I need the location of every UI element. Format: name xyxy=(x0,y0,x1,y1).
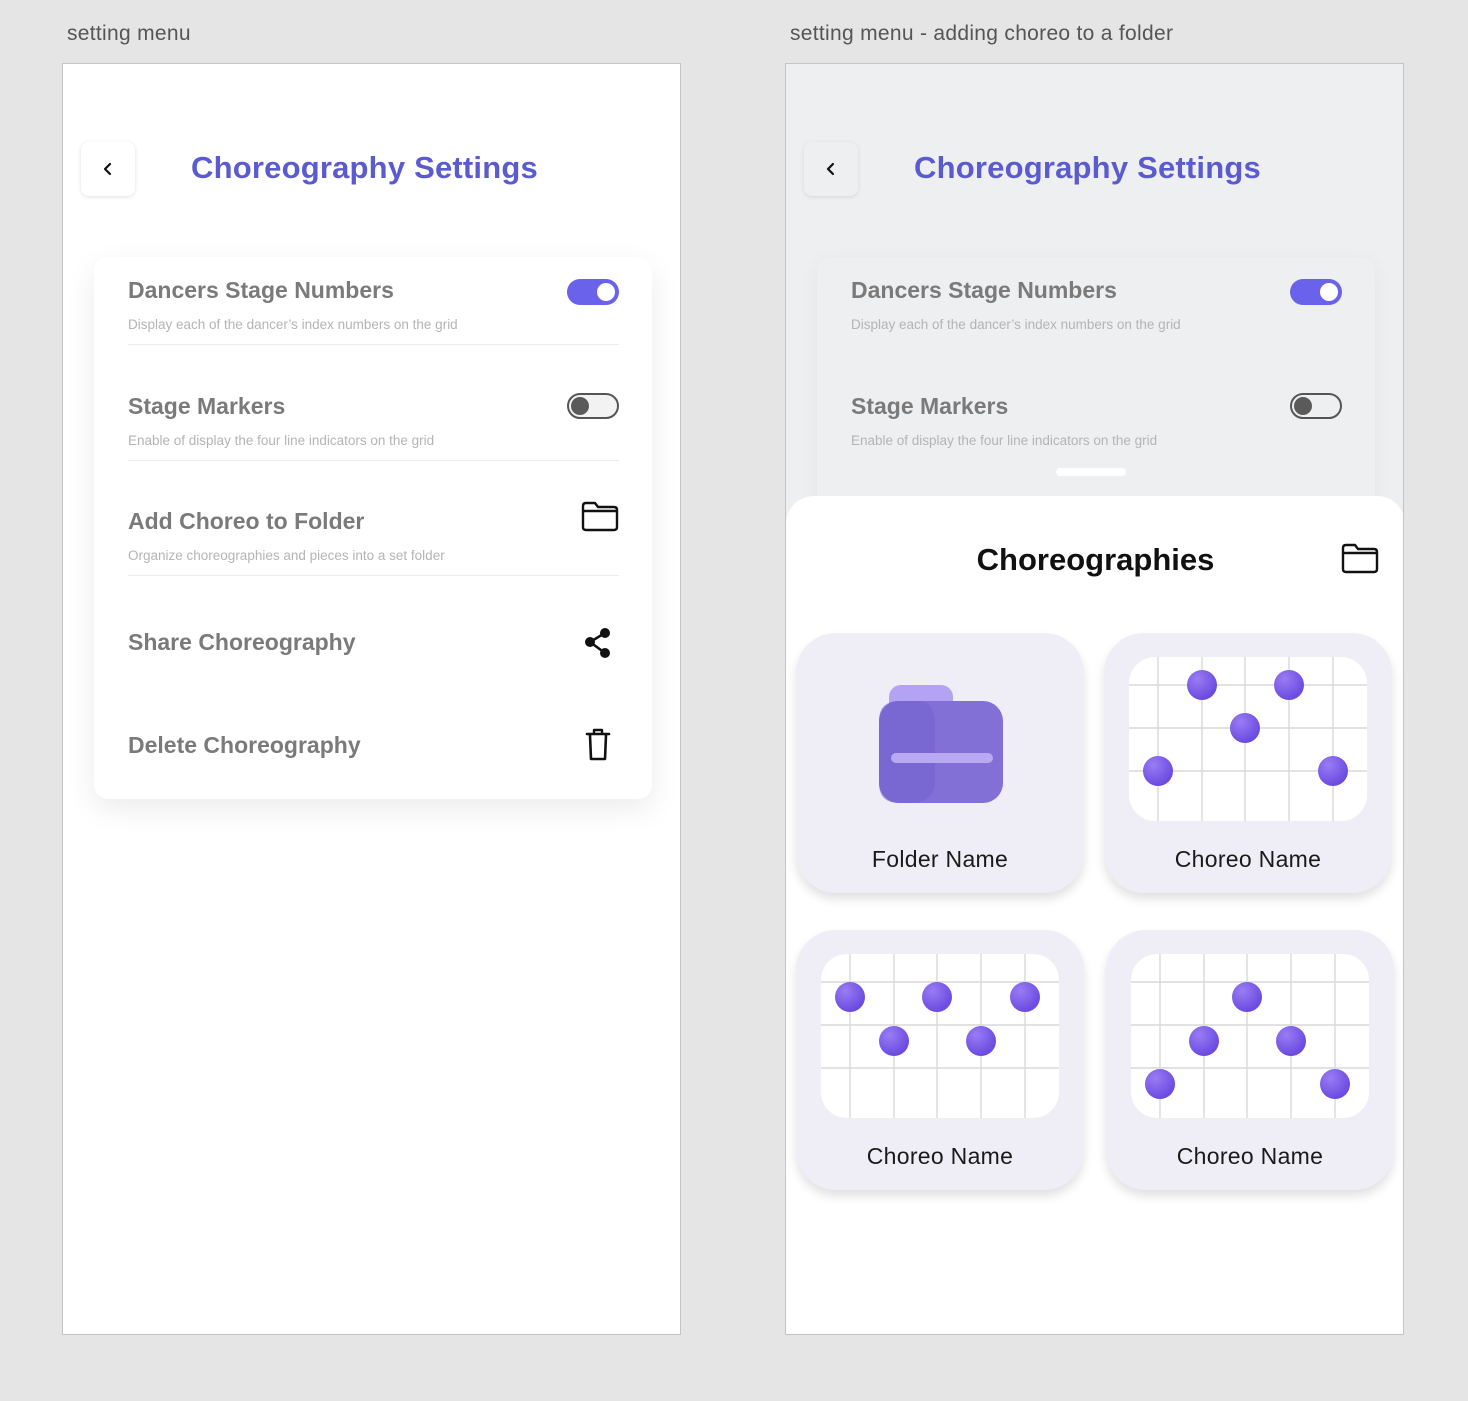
dancer-dot xyxy=(835,982,865,1012)
dancer-dot xyxy=(1187,670,1217,700)
page-title: Choreography Settings xyxy=(914,150,1261,185)
dancer-dot xyxy=(1230,713,1260,743)
dancer-dot xyxy=(1274,670,1304,700)
choreo-tile[interactable]: Choreo Name xyxy=(1106,930,1394,1190)
stage-markers-toggle[interactable] xyxy=(567,393,619,419)
setting-row-share[interactable]: Share Choreography xyxy=(128,627,619,669)
stage-numbers-toggle[interactable] xyxy=(567,279,619,305)
setting-label: Dancers Stage Numbers xyxy=(128,277,394,303)
trash-icon[interactable] xyxy=(585,728,611,762)
divider xyxy=(128,344,619,345)
folder-icon[interactable] xyxy=(581,500,619,532)
dancer-dot xyxy=(1276,1026,1306,1056)
setting-description: Organize choreographies and pieces into … xyxy=(128,548,445,563)
dancer-dot xyxy=(1232,982,1262,1012)
dancer-dot xyxy=(879,1026,909,1056)
setting-row-add-to-folder[interactable]: Add Choreo to Folder Organize choreograp… xyxy=(128,501,619,576)
page-title: Choreography Settings xyxy=(191,150,538,185)
back-button[interactable] xyxy=(81,142,135,196)
back-button[interactable] xyxy=(804,142,858,196)
setting-row-stage-numbers: Dancers Stage Numbers Display each of th… xyxy=(128,277,619,345)
divider xyxy=(128,575,619,576)
stage-numbers-toggle[interactable] xyxy=(1290,279,1342,305)
dancer-dot xyxy=(1318,756,1348,786)
stage-markers-toggle[interactable] xyxy=(1290,393,1342,419)
choreographies-sheet: Choreographies Folder Name Choreo Name C… xyxy=(786,496,1403,1334)
dancer-dot xyxy=(922,982,952,1012)
setting-row-stage-numbers: Dancers Stage Numbers Display each of th… xyxy=(851,277,1342,345)
setting-label: Dancers Stage Numbers xyxy=(851,277,1117,303)
folder-tile[interactable]: Folder Name xyxy=(796,633,1084,893)
setting-label: Share Choreography xyxy=(128,629,356,655)
divider xyxy=(128,460,619,461)
formation-grid xyxy=(821,954,1059,1118)
share-icon[interactable] xyxy=(583,627,613,659)
choreo-tile[interactable]: Choreo Name xyxy=(1104,633,1392,893)
folder-illustration-icon xyxy=(879,685,1003,803)
setting-row-stage-markers: Stage Markers Enable of display the four… xyxy=(128,393,619,461)
formation-grid xyxy=(1131,954,1369,1118)
tile-name: Choreo Name xyxy=(866,1143,1014,1169)
formation-grid xyxy=(1129,657,1367,821)
sheet-title: Choreographies xyxy=(976,542,1215,577)
tile-name: Choreo Name xyxy=(1174,846,1322,872)
choreo-tile[interactable]: Choreo Name xyxy=(796,930,1084,1190)
chevron-left-icon xyxy=(826,162,835,176)
sheet-grabber[interactable] xyxy=(1056,468,1126,476)
settings-card: Dancers Stage Numbers Display each of th… xyxy=(94,257,652,799)
dancer-dot xyxy=(1320,1069,1350,1099)
settings-screen-with-sheet: Choreography Settings Dancers Stage Numb… xyxy=(785,63,1404,1335)
setting-label: Stage Markers xyxy=(128,393,286,419)
setting-description: Display each of the dancer’s index numbe… xyxy=(128,317,458,332)
toggle-knob xyxy=(571,397,589,415)
dancer-dot xyxy=(966,1026,996,1056)
setting-label: Delete Choreography xyxy=(128,732,361,758)
setting-label: Add Choreo to Folder xyxy=(128,508,365,534)
setting-label: Stage Markers xyxy=(851,393,1009,419)
setting-description: Enable of display the four line indicato… xyxy=(128,433,435,448)
toggle-knob xyxy=(1320,283,1338,301)
dancer-dot xyxy=(1145,1069,1175,1099)
settings-screen: Choreography Settings Dancers Stage Numb… xyxy=(62,63,681,1335)
setting-row-delete[interactable]: Delete Choreography xyxy=(128,728,619,772)
dancer-dot xyxy=(1010,982,1040,1012)
tile-name: Choreo Name xyxy=(1176,1143,1324,1169)
dancer-dot xyxy=(1143,756,1173,786)
toggle-knob xyxy=(597,283,615,301)
dancer-dot xyxy=(1189,1026,1219,1056)
frame-caption-left: setting menu xyxy=(67,22,191,45)
setting-description: Display each of the dancer’s index numbe… xyxy=(851,317,1181,332)
setting-description: Enable of display the four line indicato… xyxy=(851,433,1158,448)
folder-icon[interactable] xyxy=(1341,542,1379,574)
toggle-knob xyxy=(1294,397,1312,415)
setting-row-stage-markers: Stage Markers Enable of display the four… xyxy=(851,393,1342,461)
chevron-left-icon xyxy=(103,162,112,176)
frame-caption-right: setting menu - adding choreo to a folder xyxy=(790,22,1174,45)
tile-name: Folder Name xyxy=(871,846,1009,872)
